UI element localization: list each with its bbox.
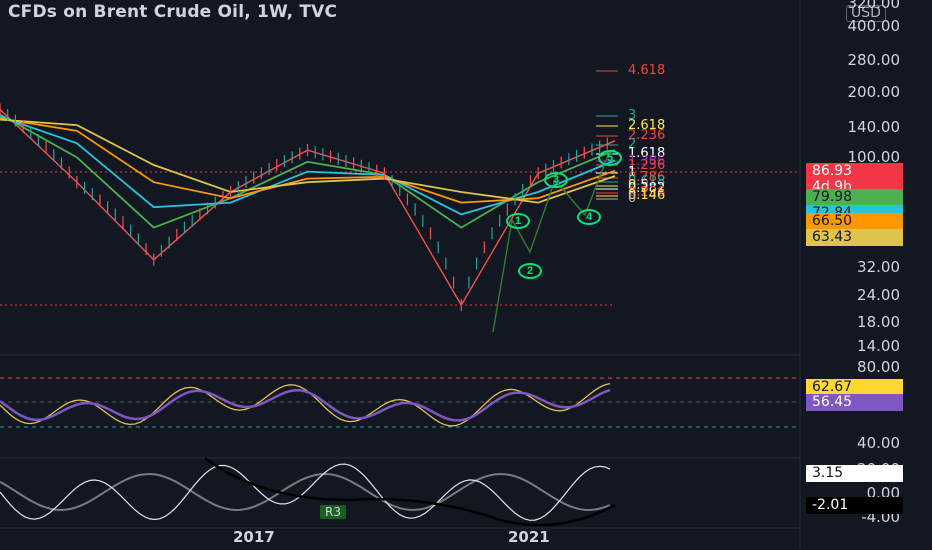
price-axis-tick: 18.00 (857, 313, 900, 331)
elliott-wave-label: 4 (577, 209, 601, 225)
price-axis-tick: 400.00 (847, 17, 901, 35)
osc-tag-signal: -2.01 (806, 497, 903, 514)
rsi-axis-tick: 80.00 (857, 358, 900, 376)
price-axis-tick: 14.00 (857, 337, 900, 355)
elliott-wave-label: 2 (518, 263, 542, 279)
rsi-signal-line (0, 388, 611, 422)
oscillator-line (0, 463, 611, 521)
price-axis-tick: 320.00 (847, 0, 901, 12)
osc-tag-value: 3.15 (806, 465, 903, 482)
fib-level-label: 4.618 (628, 63, 666, 78)
price-tag-ma-1: 79.98 (806, 189, 903, 206)
rsi-axis-tick: 40.00 (857, 434, 900, 452)
chart-canvas (0, 0, 801, 550)
elliott-wave-label: 1 (506, 213, 530, 229)
fib-level-label: 0 (628, 191, 637, 206)
price-axis-tick: 32.00 (857, 258, 900, 276)
price-axis-tick: 140.00 (847, 118, 901, 136)
price-axis-tick: 24.00 (857, 286, 900, 304)
price-tag-current: 86.93 (806, 163, 903, 180)
r3-label: R3 (320, 505, 346, 519)
x-axis-year: 2017 (233, 528, 275, 546)
price-axis-tick: 280.00 (847, 51, 901, 69)
chart-title: CFDs on Brent Crude Oil, 1W, TVC (8, 2, 338, 22)
elliott-wave-label: 5 (598, 150, 622, 166)
price-tag-ma-3: 66.50 (806, 213, 903, 230)
oscillator-trend-curve (204, 457, 616, 527)
price-axis-tick: 200.00 (847, 83, 901, 101)
x-axis-year: 2021 (508, 528, 550, 546)
price-tag-ma-4: 63.43 (806, 229, 903, 246)
rsi-tag-signal: 56.45 (806, 394, 903, 411)
rsi-line (0, 382, 611, 427)
elliott-wave-label: 3 (544, 172, 568, 188)
